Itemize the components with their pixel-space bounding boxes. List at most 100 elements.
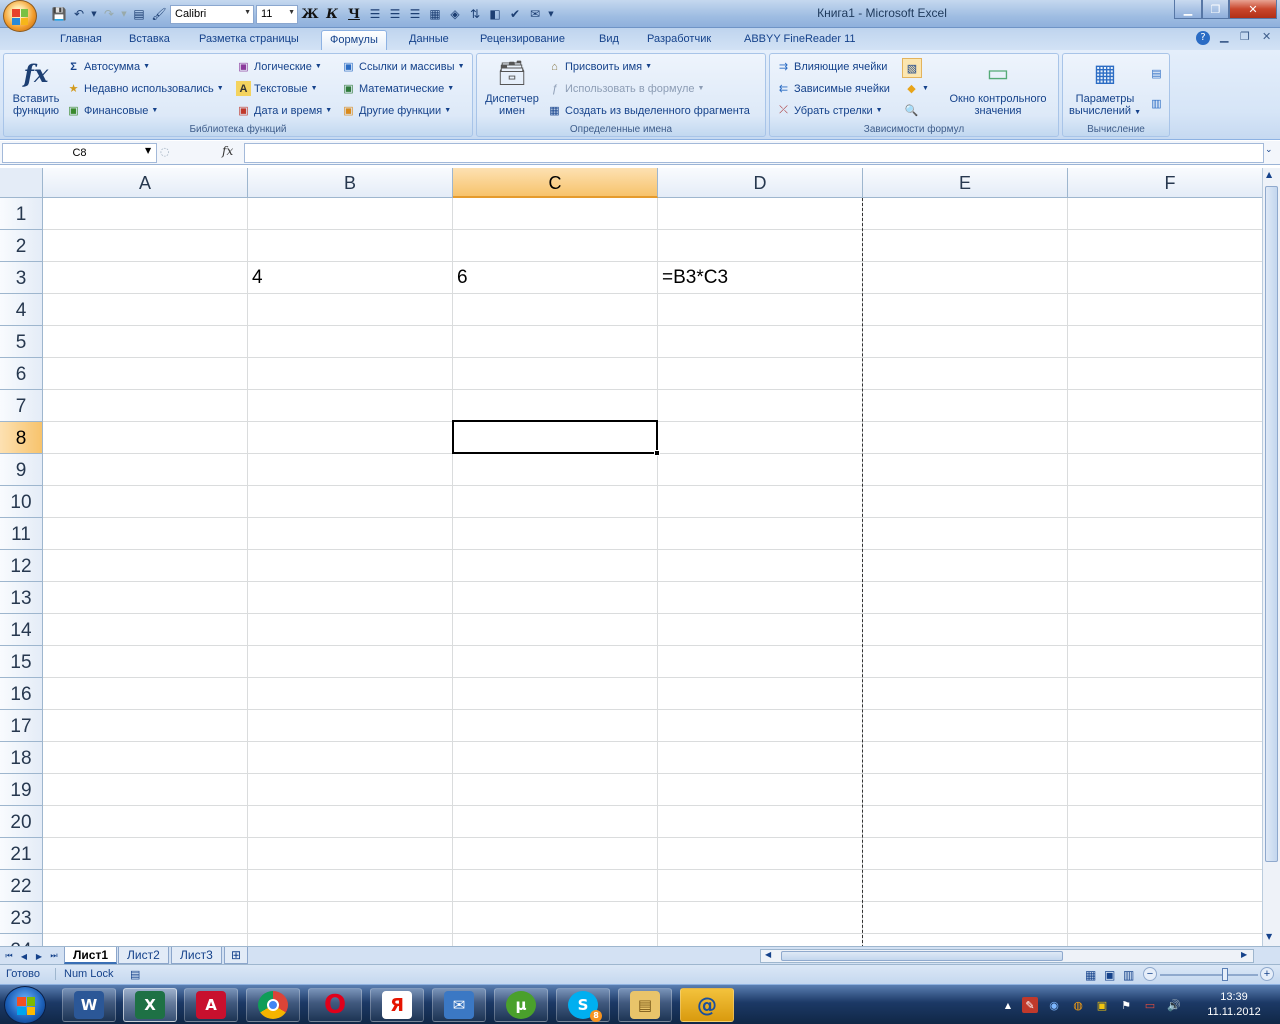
tab-insert[interactable]: Вставка [121,30,178,50]
cell-a14[interactable] [43,614,248,646]
row-header-1[interactable]: 1 [0,198,43,230]
insert-sheet-icon[interactable]: ⊞ [224,947,249,964]
column-header-e[interactable]: E [863,168,1068,198]
page-break-view-icon[interactable]: ▥ [1123,968,1134,982]
taskbar-chrome[interactable] [246,988,300,1022]
macro-record-icon[interactable]: ▤ [130,968,140,981]
cell-e20[interactable] [863,806,1068,838]
cell-f11[interactable] [1068,518,1262,550]
cell-e18[interactable] [863,742,1068,774]
recent-functions-button[interactable]: ★ Недавно использовались ▼ [66,81,224,96]
scroll-left-icon[interactable]: ◀ [765,950,771,959]
cell-a5[interactable] [43,326,248,358]
row-header-4[interactable]: 4 [0,294,43,326]
cell-d2[interactable] [658,230,863,262]
row-header-2[interactable]: 2 [0,230,43,262]
cell-d13[interactable] [658,582,863,614]
cell-a22[interactable] [43,870,248,902]
cell-a18[interactable] [43,742,248,774]
tab-home[interactable]: Главная [52,30,110,50]
row-header-6[interactable]: 6 [0,358,43,390]
cell-a13[interactable] [43,582,248,614]
cell-e2[interactable] [863,230,1068,262]
cell-b19[interactable] [248,774,453,806]
cell-d23[interactable] [658,902,863,934]
cell-d24[interactable] [658,934,863,946]
cell-e14[interactable] [863,614,1068,646]
cell-f10[interactable] [1068,486,1262,518]
undo-icon[interactable]: ↶ [70,5,88,23]
tab-abbyy[interactable]: ABBYY FineReader 11 [736,30,864,50]
cell-e15[interactable] [863,646,1068,678]
cell-d15[interactable] [658,646,863,678]
cell-a11[interactable] [43,518,248,550]
cell-b9[interactable] [248,454,453,486]
ribbon-restore-icon[interactable]: ❐ [1240,30,1250,43]
lookup-button[interactable]: ▣ Ссылки и массивы ▼ [341,59,464,74]
trace-dependents-button[interactable]: ⇇ Зависимые ячейки [776,81,890,96]
font-size-field[interactable]: 11 ▼ [256,4,298,24]
cell-d19[interactable] [658,774,863,806]
cell-a6[interactable] [43,358,248,390]
align-center-icon[interactable]: ☰ [386,5,404,23]
page-layout-view-icon[interactable]: ▣ [1104,968,1115,982]
row-header-7[interactable]: 7 [0,390,43,422]
define-name-button[interactable]: ⌂ Присвоить имя ▼ [547,59,652,74]
cell-c9[interactable] [453,454,658,486]
cell-e3[interactable] [863,262,1068,294]
cell-f12[interactable] [1068,550,1262,582]
cell-e9[interactable] [863,454,1068,486]
cell-a23[interactable] [43,902,248,934]
horizontal-scroll-thumb[interactable] [781,951,1063,961]
cell-c23[interactable] [453,902,658,934]
cell-a2[interactable] [43,230,248,262]
cell-b1[interactable] [248,198,453,230]
taskbar-opera[interactable]: O [308,988,362,1022]
cell-f22[interactable] [1068,870,1262,902]
cell-e16[interactable] [863,678,1068,710]
bold-button[interactable]: Ж [300,5,320,23]
scroll-right-icon[interactable]: ▶ [1241,950,1247,959]
taskbar-skype[interactable]: S8 [556,988,610,1022]
tray-expand-icon[interactable]: ▲ [1000,997,1016,1013]
cell-d17[interactable] [658,710,863,742]
cell-c1[interactable] [453,198,658,230]
cell-c18[interactable] [453,742,658,774]
name-box[interactable]: C8 [2,143,157,163]
row-header-23[interactable]: 23 [0,902,43,934]
scroll-down-icon[interactable]: ▼ [1266,932,1272,941]
cell-e19[interactable] [863,774,1068,806]
cell-f1[interactable] [1068,198,1262,230]
cell-d3[interactable]: =B3*C3 [658,262,863,294]
tray-flag-icon[interactable]: ⚑ [1118,997,1134,1013]
cell-b2[interactable] [248,230,453,262]
cell-b17[interactable] [248,710,453,742]
taskbar-excel[interactable]: X [123,988,177,1022]
vertical-scrollbar[interactable]: ▲ ▼ [1262,168,1280,946]
cell-b24[interactable] [248,934,453,946]
cell-d14[interactable] [658,614,863,646]
column-header-b[interactable]: B [248,168,453,198]
tab-view[interactable]: Вид [591,30,627,50]
evaluate-formula-button[interactable]: 🔍 [904,103,919,118]
cell-d5[interactable] [658,326,863,358]
datetime-button[interactable]: ▣ Дата и время ▼ [236,103,332,118]
chart-icon[interactable]: ◧ [486,5,504,23]
cell-d1[interactable] [658,198,863,230]
cell-b20[interactable] [248,806,453,838]
cell-d10[interactable] [658,486,863,518]
tray-display-icon[interactable]: ▭ [1142,997,1158,1013]
cell-b15[interactable] [248,646,453,678]
row-header-13[interactable]: 13 [0,582,43,614]
cell-a8[interactable] [43,422,248,454]
zoom-slider-track[interactable] [1160,974,1258,976]
fill-handle[interactable] [654,450,660,456]
taskbar-word[interactable]: W [62,988,116,1022]
taskbar-mailru-agent[interactable]: @ [680,988,734,1022]
worksheet-grid[interactable]: ABCDEF 1 2 3 4 5 6 7 8 9 10 11 12 13 14 15 16 17 18 19 20 21… [0,168,1262,946]
row-header-3[interactable]: 3 [0,262,43,294]
cell-d16[interactable] [658,678,863,710]
cell-e11[interactable] [863,518,1068,550]
cell-a19[interactable] [43,774,248,806]
cell-c11[interactable] [453,518,658,550]
